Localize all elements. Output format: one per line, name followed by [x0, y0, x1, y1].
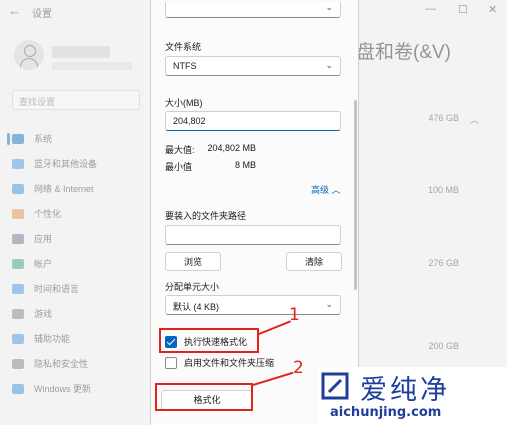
sidebar-item[interactable]: 隐私和安全性: [12, 351, 152, 376]
compression-checkbox[interactable]: [165, 357, 177, 369]
sidebar-item-label: 蓝牙和其他设备: [34, 159, 98, 169]
filesystem-dropdown[interactable]: NTFS ⌄: [165, 56, 341, 76]
chevron-down-icon: ⌄: [325, 299, 333, 309]
minimize-button[interactable]: —: [425, 3, 436, 15]
max-label: 最大值:: [165, 145, 195, 155]
chevron-up-icon: ︿: [331, 185, 341, 195]
back-arrow-icon[interactable]: ←: [8, 3, 21, 18]
user-email-redacted: [52, 62, 132, 70]
compression-label: 启用文件和文件夹压缩: [184, 358, 275, 368]
sidebar-item[interactable]: 帐户: [12, 251, 152, 276]
sidebar-item-label: 隐私和安全性: [34, 359, 89, 369]
cluster-size-label: 分配单元大小: [165, 282, 220, 292]
filesystem-value: NTFS: [173, 61, 197, 71]
sidebar-item-label: 网络 & Internet: [34, 184, 94, 194]
sidebar-item[interactable]: 网络 & Internet: [12, 176, 152, 201]
volume-size: 276 GB: [428, 258, 459, 268]
sidebar-item[interactable]: 时间和语言: [12, 276, 152, 301]
cluster-size-dropdown[interactable]: 默认 (4 KB) ⌄: [165, 295, 341, 315]
watermark-url: aichunjing.com: [330, 405, 442, 420]
chevron-down-icon: ⌄: [325, 60, 333, 70]
page-title: 盘和卷(&V): [356, 42, 452, 63]
sidebar-item-label: 帐户: [34, 259, 53, 269]
max-value: 204,802 MB: [207, 143, 256, 153]
advanced-label: 高级: [311, 185, 330, 195]
maximize-button[interactable]: ☐: [458, 3, 468, 16]
step-number-1: 1: [289, 305, 300, 325]
nav-icon: [12, 383, 24, 394]
min-value: 8 MB: [234, 160, 256, 170]
nav-icon: [12, 308, 24, 319]
highlight-quick-format: [159, 328, 259, 353]
user-name-redacted: [52, 46, 110, 58]
sidebar-item[interactable]: 应用: [12, 226, 152, 251]
sidebar-item-label: 时间和语言: [34, 284, 80, 294]
watermark-text: 爱纯净: [360, 375, 450, 406]
sidebar-item-label: 辅助功能: [34, 334, 71, 344]
chevron-down-icon: ⌄: [325, 2, 333, 12]
sidebar-item[interactable]: 个性化: [12, 201, 152, 226]
size-input[interactable]: 204,802: [165, 111, 341, 131]
sidebar-item-label: 系统: [34, 134, 53, 144]
cluster-size-value: 默认 (4 KB): [173, 302, 220, 312]
search-input[interactable]: 查找设置: [12, 90, 140, 110]
nav-icon: [12, 133, 24, 144]
sidebar-item-label: 应用: [34, 234, 53, 244]
watermark: 爱纯净 aichunjing.com: [318, 367, 507, 425]
mount-path-input[interactable]: [165, 225, 341, 245]
avatar: [14, 40, 44, 70]
app-title: 设置: [32, 9, 52, 20]
volume-size: 100 MB: [427, 185, 459, 195]
previous-dropdown[interactable]: ⌄: [165, 2, 341, 18]
sidebar-item[interactable]: Windows 更新: [12, 376, 152, 401]
volume-size: 476 GB: [428, 113, 459, 123]
clear-button[interactable]: 清除: [286, 252, 342, 271]
volume-size: 200 GB: [428, 341, 459, 351]
nav-icon: [12, 208, 24, 219]
nav-icon: [12, 233, 24, 244]
browse-button[interactable]: 浏览: [165, 252, 221, 271]
filesystem-label: 文件系统: [165, 42, 202, 52]
size-label: 大小(MB): [165, 98, 203, 108]
nav-icon: [12, 158, 24, 169]
sidebar-item[interactable]: 蓝牙和其他设备: [12, 151, 152, 176]
mount-path-label: 要装入的文件夹路径: [165, 211, 247, 221]
nav-icon: [12, 333, 24, 344]
sidebar-item-label: 个性化: [34, 209, 62, 219]
nav-icon: [12, 358, 24, 369]
sidebar-item-label: 游戏: [34, 309, 53, 319]
highlight-format-button: [155, 383, 253, 411]
sidebar-item-label: Windows 更新: [34, 384, 92, 394]
sidebar-item[interactable]: 游戏: [12, 301, 152, 326]
step-number-2: 2: [293, 358, 304, 378]
sidebar-item[interactable]: 辅助功能: [12, 326, 152, 351]
close-button[interactable]: ✕: [488, 3, 497, 16]
sidebar-item[interactable]: 系统: [7, 126, 152, 151]
min-label: 最小值: [165, 162, 193, 172]
sidebar-nav: 系统蓝牙和其他设备 网络 & Internet 个性化应用帐户时间和语言游戏辅助功能…: [7, 126, 152, 401]
scrollbar-thumb[interactable]: [354, 100, 357, 290]
chevron-up-icon[interactable]: ︿: [470, 113, 479, 126]
nav-icon: [12, 283, 24, 294]
nav-icon: [12, 258, 24, 269]
logo-icon: [321, 372, 349, 400]
nav-icon: [12, 183, 24, 194]
advanced-toggle[interactable]: 高级 ︿: [311, 183, 341, 196]
